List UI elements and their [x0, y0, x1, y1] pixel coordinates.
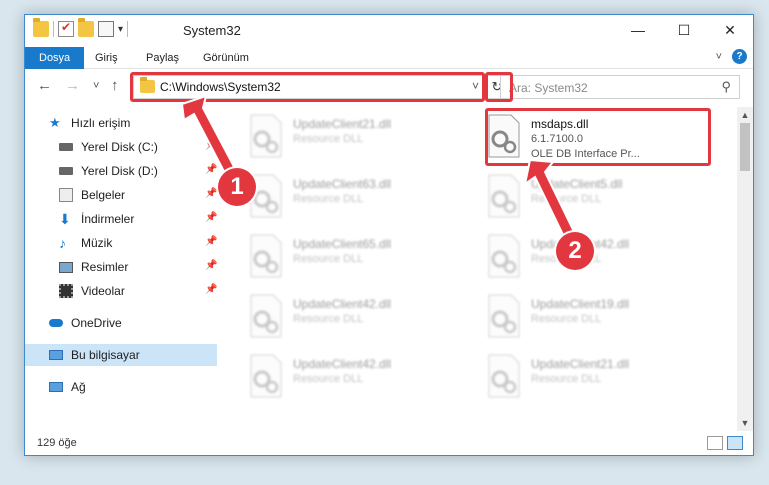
step-marker-2: 2: [556, 232, 594, 270]
annotation-arrows: [180, 94, 580, 247]
step-marker-1: 1: [218, 168, 256, 206]
